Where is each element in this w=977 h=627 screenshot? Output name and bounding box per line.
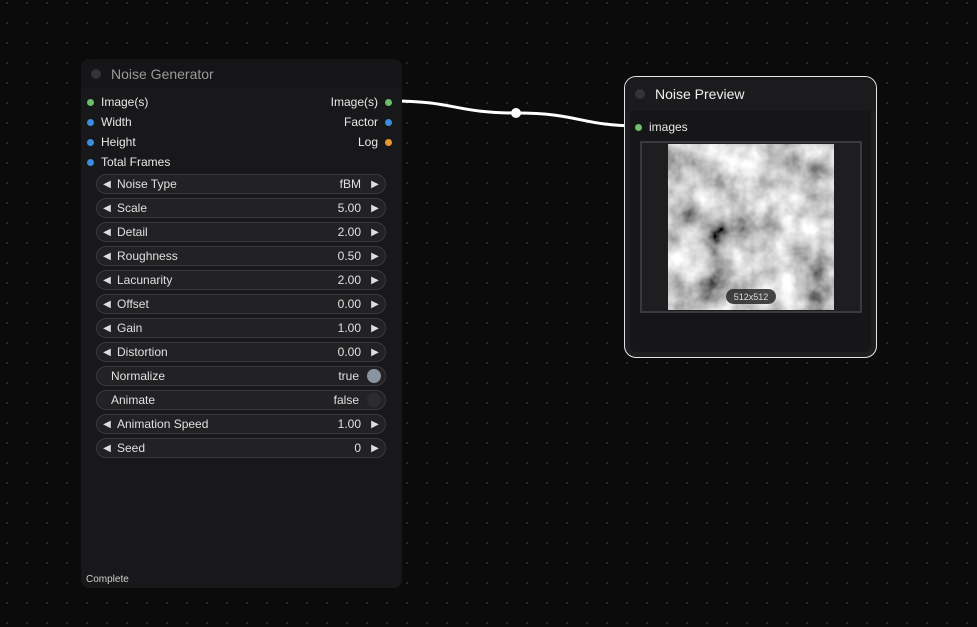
widget-value: 1.00 — [337, 417, 361, 431]
noise-preview-image[interactable] — [668, 144, 834, 310]
widget-value: 0.00 — [337, 345, 361, 359]
widget-value: 1.00 — [337, 321, 361, 335]
number-slot-dot-icon[interactable] — [87, 138, 94, 146]
image-slot-dot-icon[interactable] — [385, 98, 392, 106]
input-slot-total-frames[interactable]: Total Frames — [87, 154, 170, 170]
widget-value: 0 — [354, 441, 361, 455]
decrement-arrow-icon[interactable]: ◀ — [97, 251, 117, 262]
widget-label: Roughness — [117, 249, 178, 263]
input-slot-images[interactable]: images — [635, 119, 688, 135]
number-slot-dot-icon[interactable] — [385, 118, 392, 126]
widget-value: 2.00 — [337, 225, 361, 239]
widget-label: Detail — [117, 225, 148, 239]
decrement-arrow-icon[interactable]: ◀ — [97, 443, 117, 454]
image-slot-dot-icon[interactable] — [635, 123, 642, 131]
widget-label: Seed — [117, 441, 146, 455]
widget-value: 0.50 — [337, 249, 361, 263]
decrement-arrow-icon[interactable]: ◀ — [97, 419, 117, 430]
widget-scale[interactable]: ◀ Scale 5.00 ▶ — [96, 198, 386, 218]
increment-arrow-icon[interactable]: ▶ — [365, 251, 385, 262]
output-slot-factor[interactable]: Factor — [344, 114, 392, 130]
increment-arrow-icon[interactable]: ▶ — [365, 179, 385, 190]
widget-noise-type[interactable]: ◀ Noise Type fBM ▶ — [96, 174, 386, 194]
input-slot-images[interactable]: Image(s) — [87, 94, 148, 110]
widget-seed[interactable]: ◀ Seed 0 ▶ — [96, 438, 386, 458]
node-title-bar[interactable]: Noise Generator — [81, 59, 402, 88]
slot-label: Image(s) — [101, 95, 149, 109]
increment-arrow-icon[interactable]: ▶ — [365, 227, 385, 238]
widget-value: 5.00 — [337, 201, 361, 215]
number-slot-dot-icon[interactable] — [87, 118, 94, 126]
output-slot-images[interactable]: Image(s) — [331, 94, 392, 110]
decrement-arrow-icon[interactable]: ◀ — [97, 299, 117, 310]
input-slot-height[interactable]: Height — [87, 134, 136, 150]
widget-gain[interactable]: ◀ Gain 1.00 ▶ — [96, 318, 386, 338]
noise-generator-node[interactable]: Noise Generator Image(s) Width Height To… — [81, 59, 402, 588]
node-title-bar[interactable]: Noise Preview — [625, 77, 876, 111]
collapse-dot-icon[interactable] — [91, 68, 101, 79]
node-title: Noise Preview — [655, 86, 745, 102]
widget-lacunarity[interactable]: ◀ Lacunarity 2.00 ▶ — [96, 270, 386, 290]
widget-distortion[interactable]: ◀ Distortion 0.00 ▶ — [96, 342, 386, 362]
widget-value: fBM — [339, 177, 361, 191]
increment-arrow-icon[interactable]: ▶ — [365, 323, 385, 334]
slot-label: Height — [101, 135, 136, 149]
link-midpoint-handle[interactable] — [511, 108, 521, 118]
widget-animation-speed[interactable]: ◀ Animation Speed 1.00 ▶ — [96, 414, 386, 434]
collapse-dot-icon[interactable] — [635, 89, 645, 99]
widget-value: false — [333, 393, 359, 407]
widget-label: Animate — [111, 393, 156, 407]
widget-label: Offset — [117, 297, 149, 311]
widget-value: true — [338, 369, 359, 383]
increment-arrow-icon[interactable]: ▶ — [365, 347, 385, 358]
input-slot-width[interactable]: Width — [87, 114, 132, 130]
increment-arrow-icon[interactable]: ▶ — [365, 275, 385, 286]
slot-label: Total Frames — [101, 155, 171, 169]
decrement-arrow-icon[interactable]: ◀ — [97, 227, 117, 238]
slot-label: Image(s) — [330, 95, 378, 109]
noise-preview-node[interactable]: Noise Preview images 512x512 — [624, 76, 877, 358]
widget-label: Noise Type — [117, 177, 177, 191]
image-size-badge: 512x512 — [726, 289, 776, 304]
widget-label: Scale — [117, 201, 148, 215]
node-title: Noise Generator — [111, 65, 214, 82]
increment-arrow-icon[interactable]: ▶ — [365, 203, 385, 214]
widget-value: 2.00 — [337, 273, 361, 287]
widget-label: Normalize — [111, 369, 166, 383]
slot-label: Width — [101, 115, 132, 129]
node-status-text: Complete — [86, 574, 129, 585]
increment-arrow-icon[interactable]: ▶ — [365, 419, 385, 430]
slot-label: Log — [357, 135, 378, 149]
decrement-arrow-icon[interactable]: ◀ — [97, 347, 117, 358]
widget-label: Distortion — [117, 345, 168, 359]
image-slot-dot-icon[interactable] — [87, 98, 94, 106]
widget-label: Gain — [117, 321, 143, 335]
widget-roughness[interactable]: ◀ Roughness 0.50 ▶ — [96, 246, 386, 266]
decrement-arrow-icon[interactable]: ◀ — [97, 179, 117, 190]
widget-label: Animation Speed — [117, 417, 209, 431]
log-slot-dot-icon[interactable] — [385, 138, 392, 146]
widget-detail[interactable]: ◀ Detail 2.00 ▶ — [96, 222, 386, 242]
image-preview-frame: 512x512 — [640, 141, 862, 313]
number-slot-dot-icon[interactable] — [87, 158, 94, 166]
widget-label: Lacunarity — [117, 273, 173, 287]
decrement-arrow-icon[interactable]: ◀ — [97, 275, 117, 286]
toggle-off-knob-icon[interactable] — [367, 393, 381, 407]
output-slot-log[interactable]: Log — [358, 134, 392, 150]
increment-arrow-icon[interactable]: ▶ — [365, 443, 385, 454]
decrement-arrow-icon[interactable]: ◀ — [97, 203, 117, 214]
slot-label: images — [649, 120, 688, 134]
increment-arrow-icon[interactable]: ▶ — [365, 299, 385, 310]
slot-label: Factor — [343, 115, 378, 129]
toggle-on-knob-icon[interactable] — [367, 369, 381, 383]
widget-offset[interactable]: ◀ Offset 0.00 ▶ — [96, 294, 386, 314]
widget-normalize-toggle[interactable]: Normalize true — [96, 366, 386, 386]
widget-value: 0.00 — [337, 297, 361, 311]
widget-animate-toggle[interactable]: Animate false — [96, 390, 386, 410]
decrement-arrow-icon[interactable]: ◀ — [97, 323, 117, 334]
